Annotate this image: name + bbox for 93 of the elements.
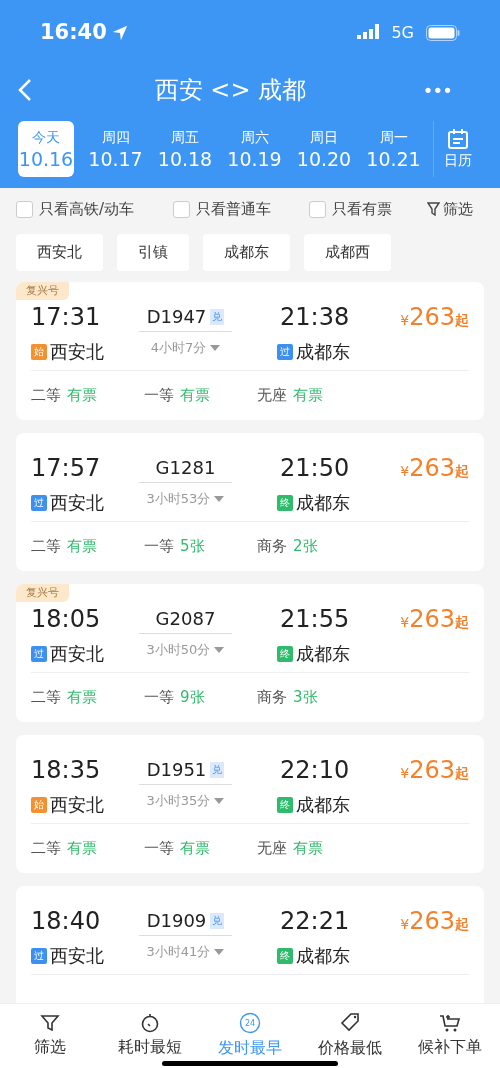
station-chip[interactable]: 西安北	[16, 234, 103, 271]
filter-icon	[427, 202, 440, 216]
price: ¥263起	[399, 453, 469, 483]
station-badge: 始	[31, 796, 47, 813]
train-card[interactable]: 复兴号 18:05 过 西安北 G2087 3小时50分 21:55 终 成都东 ¥263起 二等 有票 一等 9张 商务 3张	[16, 584, 484, 722]
seat-availability: 商务 3张	[257, 687, 319, 709]
caret-icon	[214, 495, 225, 502]
train-number: D1909	[146, 909, 207, 933]
arrive-time: 21:55	[279, 604, 351, 634]
arrive-time: 21:38	[279, 302, 351, 332]
bottom-tab[interactable]: 价格最低	[300, 1004, 400, 1068]
seat-availability: 一等 有票	[144, 385, 211, 407]
train-card[interactable]: 18:40 过 西安北 D1909 兑 3小时41分 22:21 终 成都东 ¥263起	[16, 886, 484, 1003]
seat-availability: 一等 9张	[144, 687, 206, 709]
seat-availability: 二等 有票	[31, 536, 98, 558]
checkbox-label[interactable]: 只看有票	[332, 197, 392, 221]
seat-availability: 二等 有票	[31, 838, 98, 860]
station-chip[interactable]: 引镇	[117, 234, 189, 271]
arrive-time: 22:21	[279, 906, 351, 936]
checkbox[interactable]	[309, 200, 326, 218]
price: ¥263起	[399, 906, 469, 936]
seat-availability: 无座 有票	[257, 385, 324, 407]
station-badge: 终	[277, 796, 293, 813]
exchange-badge: 兑	[210, 912, 225, 929]
station-badge: 过	[31, 645, 47, 662]
caret-icon	[214, 948, 225, 955]
cart-icon	[439, 1013, 461, 1033]
bottom-tab[interactable]: 耗时最短	[100, 1004, 200, 1068]
exchange-badge: 兑	[210, 308, 225, 325]
train-type-tag: 复兴号	[16, 282, 69, 300]
arrive-station: 成都东	[296, 793, 350, 817]
arrive-station: 成都东	[296, 491, 350, 515]
train-card[interactable]: 复兴号 17:31 始 西安北 D1947 兑 4小时7分 21:38 过 成都东 ¥263起 二等 有票 一等 有票 无座 有票	[16, 282, 484, 420]
train-number: D1947	[146, 305, 207, 329]
exchange-badge: 兑	[210, 761, 225, 778]
depart-station: 西安北	[50, 793, 104, 817]
battery-icon	[426, 24, 460, 41]
station-badge: 终	[277, 645, 293, 662]
filter-icon	[40, 1013, 60, 1033]
depart-station: 西安北	[50, 340, 104, 364]
filter-button[interactable]: 筛选	[427, 197, 473, 221]
arrive-station: 成都东	[296, 642, 350, 666]
checkbox[interactable]	[173, 200, 190, 218]
checkbox-label[interactable]: 只看高铁/动车	[39, 197, 135, 221]
caret-icon	[214, 646, 225, 653]
caret-icon	[210, 344, 221, 351]
station-chip[interactable]: 成都西	[304, 234, 391, 271]
arrive-time: 22:10	[279, 755, 351, 785]
price: ¥263起	[399, 755, 469, 785]
station-badge: 过	[31, 494, 47, 511]
checkbox-label[interactable]: 只看普通车	[196, 197, 271, 221]
caret-icon	[214, 797, 225, 804]
station-badge: 过	[277, 343, 293, 360]
depart-station: 西安北	[50, 944, 104, 968]
train-card[interactable]: 18:35 始 西安北 D1951 兑 3小时35分 22:10 终 成都东 ¥263起 二等 有票 一等 有票 无座 有票	[16, 735, 484, 873]
bottom-tab[interactable]: 候补下单	[400, 1004, 500, 1068]
seat-availability: 一等 有票	[144, 838, 211, 860]
price: ¥263起	[399, 302, 469, 332]
station-badge: 终	[277, 947, 293, 964]
train-type-tag: 复兴号	[16, 584, 69, 602]
depart-time: 18:05	[31, 604, 102, 634]
depart-station: 西安北	[50, 491, 104, 515]
depart-time: 18:40	[31, 906, 102, 936]
checkbox[interactable]	[16, 200, 33, 218]
train-card[interactable]: 17:57 过 西安北 G1281 3小时53分 21:50 终 成都东 ¥263起 二等 有票 一等 5张 商务 2张	[16, 433, 484, 571]
depart-time: 17:57	[31, 453, 102, 483]
depart-time: 17:31	[31, 302, 102, 332]
station-badge: 过	[31, 947, 47, 964]
station-badge: 终	[277, 494, 293, 511]
network-label: 5G	[391, 21, 414, 44]
seat-availability: 一等 5张	[144, 536, 206, 558]
tag-icon	[339, 1012, 361, 1034]
arrive-station: 成都东	[296, 944, 350, 968]
station-chip[interactable]: 成都东	[203, 234, 290, 271]
bottom-tab[interactable]: 筛选	[0, 1004, 100, 1068]
timer-icon	[140, 1013, 160, 1033]
depart-time: 18:35	[31, 755, 102, 785]
clock24-icon: 24	[239, 1012, 261, 1034]
seat-availability: 二等 有票	[31, 687, 98, 709]
train-number: G2087	[155, 607, 216, 631]
station-badge: 始	[31, 343, 47, 360]
depart-station: 西安北	[50, 642, 104, 666]
train-number: D1951	[146, 758, 207, 782]
seat-availability: 商务 2张	[257, 536, 319, 558]
calendar-icon	[447, 127, 469, 150]
price: ¥263起	[399, 604, 469, 634]
route-title: 西安 <> 成都	[153, 75, 308, 106]
arrive-station: 成都东	[296, 340, 350, 364]
arrive-time: 21:50	[279, 453, 351, 483]
seat-availability: 无座 有票	[257, 838, 324, 860]
status-time: 16:40	[40, 18, 107, 46]
train-number: G1281	[155, 456, 216, 480]
seat-availability: 二等 有票	[31, 385, 98, 407]
